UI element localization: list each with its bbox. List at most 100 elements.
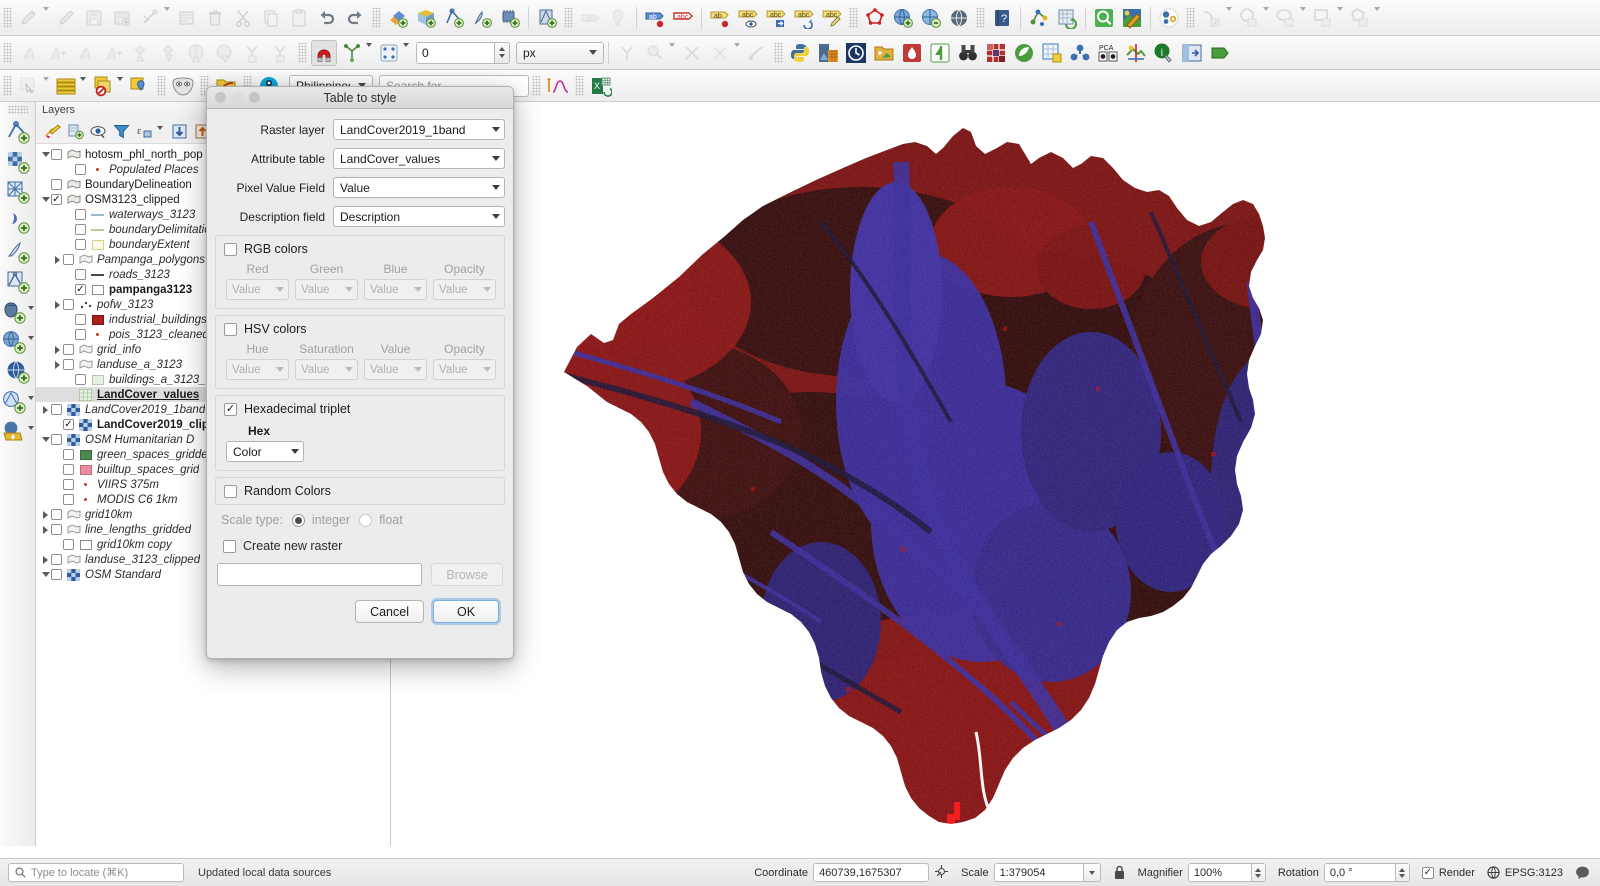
pca-icon[interactable]: PCA [1095,40,1121,66]
rectangle-tool-icon[interactable] [1310,5,1336,31]
attribute-table-select[interactable]: LandCover_values [333,148,505,169]
identify-features-icon[interactable]: i [1151,40,1177,66]
cluster-icon[interactable] [1067,40,1093,66]
scale-type-integer-radio[interactable] [292,514,305,527]
select-features-icon[interactable] [16,73,42,99]
expander-right-icon[interactable] [52,254,63,265]
snap-segment-icon[interactable] [100,40,126,66]
qgis2web-icon[interactable] [899,40,925,66]
scale-type-float-radio[interactable] [359,514,372,527]
tracing-icon[interactable] [240,40,266,66]
eye-visibility-icon[interactable] [88,121,108,141]
expander-right-icon[interactable] [52,299,63,310]
magnifier-stepper[interactable]: 100% [1188,863,1266,882]
layer-visibility-checkbox[interactable] [75,239,86,250]
rgb-colors-checkbox-row[interactable]: RGB colors [224,242,496,256]
chevron-down-icon[interactable] [80,77,86,81]
pencil-edit-icon[interactable] [16,5,42,31]
style-manager-icon[interactable] [42,121,62,141]
add-wfs-layer-button[interactable] [0,358,36,388]
chevron-down-icon[interactable] [1374,7,1380,11]
expression-filter-icon[interactable]: ε [134,121,154,141]
dialog-titlebar[interactable]: Table to style [207,87,513,109]
layer-visibility-checkbox[interactable]: ✓ [51,194,62,205]
metasearch-icon[interactable] [946,5,972,31]
label-highlight-icon[interactable]: ab [707,5,733,31]
chevron-down-icon[interactable] [403,43,409,47]
leaf-green-icon[interactable] [1011,40,1037,66]
split-features-icon[interactable] [614,40,640,66]
add-arcgis-layer-button[interactable] [0,418,36,448]
plugin-green-icon[interactable] [1207,40,1233,66]
scale-value[interactable]: 1:379054 [994,863,1084,882]
magnet-snapping-icon[interactable] [311,40,337,66]
save-layer-edits-icon[interactable] [81,5,107,31]
add-raster-layer-button[interactable] [0,148,36,178]
locator-search[interactable]: Type to locate (⌘K) [8,863,184,882]
expand-all-icon[interactable] [169,121,189,141]
undo-icon[interactable] [314,5,340,31]
add-delimited-text-layer-icon[interactable] [469,5,495,31]
add-group-icon[interactable] [65,121,85,141]
snap-tolerance-input[interactable]: 0 [416,42,494,64]
chevron-down-icon[interactable] [1300,7,1306,11]
snap-intersection-icon[interactable] [128,40,154,66]
random-colors-checkbox[interactable] [224,485,237,498]
toolbar-grip[interactable] [564,8,573,28]
copy-features-icon[interactable] [258,5,284,31]
layer-visibility-checkbox[interactable] [75,209,86,220]
raster-layer-select[interactable]: LandCover2019_1band [333,119,505,140]
toolbar-grip[interactable] [3,76,12,96]
select-value-icon[interactable] [1156,5,1182,31]
python-console-icon[interactable] [787,40,813,66]
topological-editing-icon[interactable] [184,40,210,66]
layer-visibility-checkbox[interactable] [63,494,74,505]
chevron-down-icon[interactable] [28,306,34,310]
chevron-down-icon[interactable] [1263,7,1269,11]
chevron-down-icon[interactable] [43,77,49,81]
expander-right-icon[interactable] [52,359,63,370]
add-vector-tile-layer-icon[interactable] [534,5,560,31]
refresh-table-icon[interactable] [1054,5,1080,31]
browse-button[interactable]: Browse [431,563,503,586]
toolbar-grip[interactable] [157,76,166,96]
magnifier-value[interactable]: 100% [1188,863,1252,882]
ok-button[interactable]: OK [433,600,499,623]
layer-visibility-checkbox[interactable] [51,404,62,415]
redo-icon[interactable] [342,5,368,31]
semi-automatic-classification-icon[interactable] [843,40,869,66]
chevron-down-icon[interactable] [734,43,740,47]
layer-visibility-checkbox[interactable] [75,164,86,175]
layer-visibility-checkbox[interactable] [63,464,74,475]
create-new-raster-row[interactable]: Create new raster [223,539,505,553]
toolbar-grip[interactable] [298,43,307,63]
layer-visibility-checkbox[interactable] [75,224,86,235]
table-to-style-dialog[interactable]: Table to style Raster layer LandCover201… [206,86,514,659]
add-vector-layer-button[interactable] [0,118,36,148]
hsv-colors-checkbox-row[interactable]: HSV colors [224,322,496,336]
open-attribute-table-icon[interactable] [53,73,79,99]
hex-checkbox-row[interactable]: ✓ Hexadecimal triplet [224,402,496,416]
chevron-down-icon[interactable] [43,7,49,11]
layer-visibility-checkbox[interactable] [51,509,62,520]
expander-right-icon[interactable] [52,344,63,355]
delete-ring-icon[interactable] [707,40,733,66]
create-new-raster-checkbox[interactable] [223,540,236,553]
layer-visibility-checkbox[interactable] [51,434,62,445]
hex-color-select[interactable]: Color [226,441,304,462]
tracing-off-icon[interactable] [268,40,294,66]
profile-tool-icon[interactable] [545,73,571,99]
layer-visibility-checkbox[interactable] [63,479,74,490]
layer-visibility-checkbox[interactable] [51,569,62,580]
toolbar-grip[interactable] [1186,8,1195,28]
toolbar-grip[interactable] [774,43,783,63]
scale-dropdown-arrow[interactable] [1084,863,1101,882]
chevron-down-icon[interactable] [28,396,34,400]
layer-visibility-checkbox[interactable] [63,299,74,310]
qgis4-icon[interactable] [927,40,953,66]
layer-visibility-checkbox[interactable] [51,149,62,160]
snapping-mode-icon[interactable] [339,40,365,66]
add-postgis-layer-button[interactable] [0,298,36,328]
coordinate-capture-icon[interactable] [934,864,949,882]
layer-visibility-checkbox[interactable] [63,539,74,550]
